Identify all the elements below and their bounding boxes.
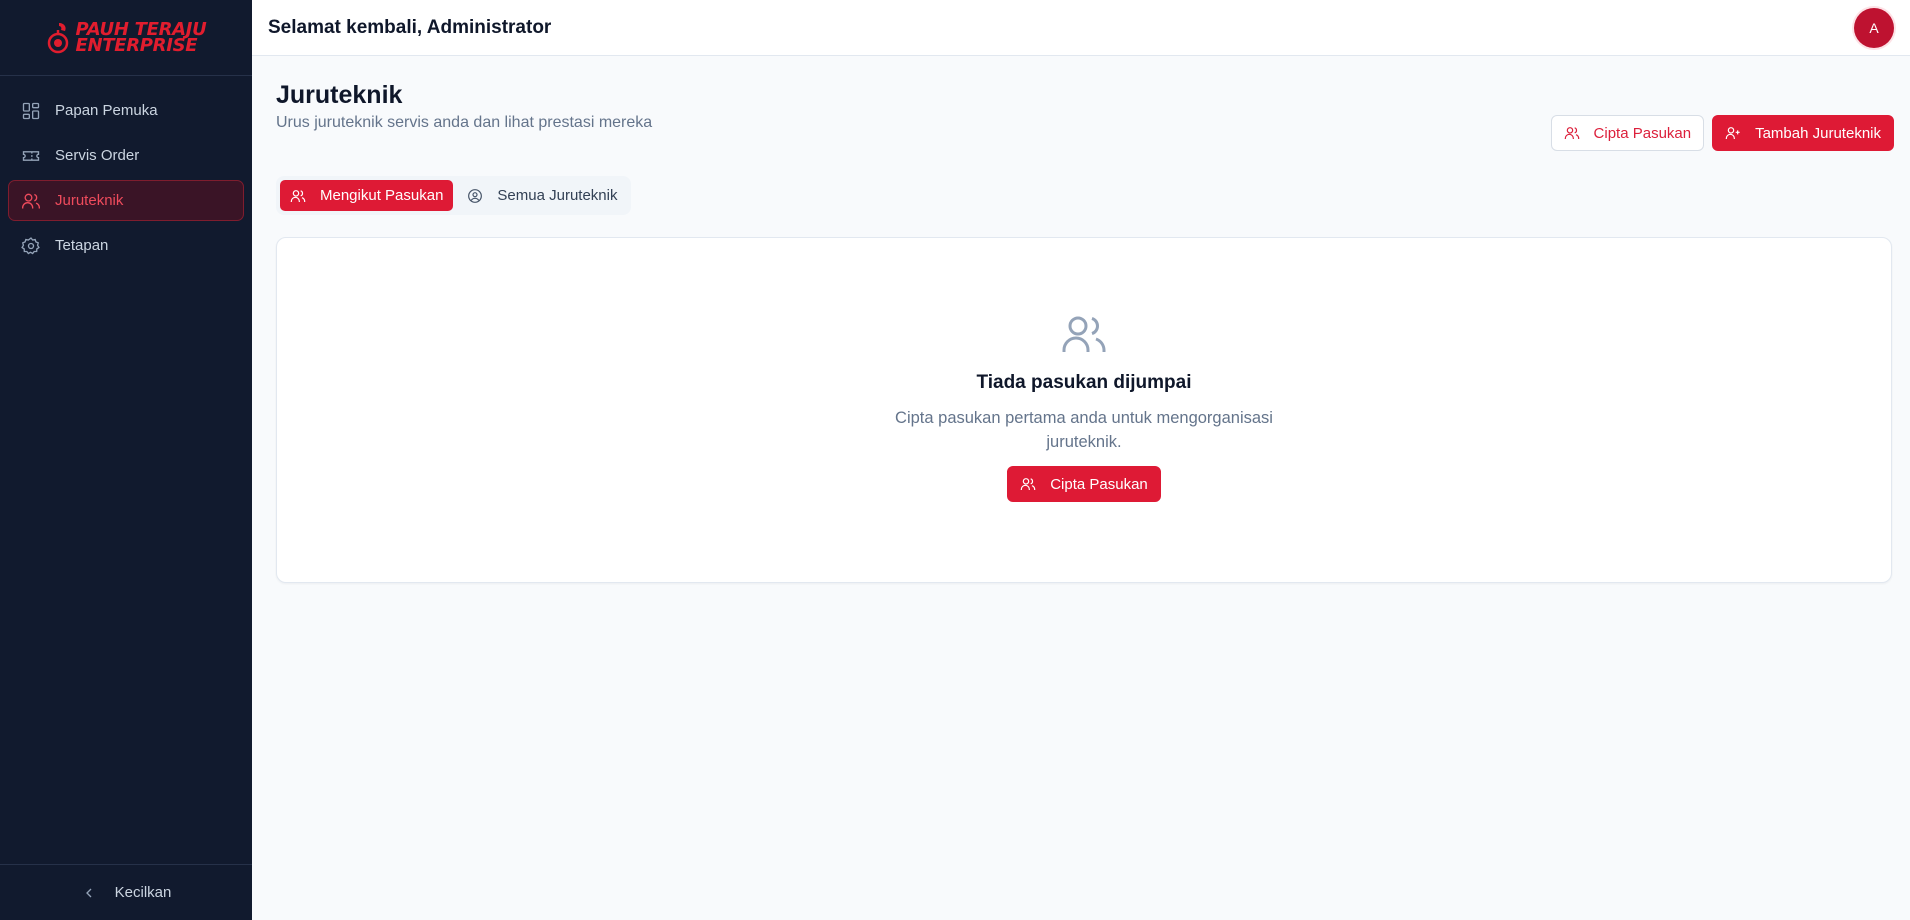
sidebar-item-papan-pemuka[interactable]: Papan Pemuka [8,90,244,131]
page-header: Juruteknik Urus juruteknik servis anda d… [276,56,1894,151]
sidebar-item-label: Tetapan [55,237,109,254]
avatar[interactable]: A [1854,7,1894,48]
page-subtitle: Urus juruteknik servis anda dan lihat pr… [276,114,653,131]
collapse-sidebar-button[interactable]: Kecilkan [0,864,252,920]
empty-state-title: Tiada pasukan dijumpai [976,372,1192,393]
user-circle-icon [468,188,483,203]
sidebar-item-label: Juruteknik [55,192,124,209]
create-team-button[interactable]: Cipta Pasukan [1550,115,1705,151]
tab-all-technicians[interactable]: Semua Juruteknik [457,180,627,211]
add-technician-label: Tambah Juruteknik [1755,124,1881,142]
page-heading: Juruteknik Urus juruteknik servis anda d… [276,81,652,151]
users-icon [1564,127,1579,139]
add-technician-button[interactable]: Tambah Juruteknik [1712,115,1894,151]
empty-state-description: Cipta pasukan pertama anda untuk mengorg… [895,409,1273,451]
greeting-text: Selamat kembali, Administrator [268,16,552,38]
users-icon [22,193,40,208]
brand-name: PAUH TERAJU ENTERPRISE [75,20,207,56]
top-header: Selamat kembali, Administrator A [252,0,1910,56]
empty-create-team-label: Cipta Pasukan [1050,475,1148,493]
logo-area: PAUH TERAJU ENTERPRISE [0,0,252,76]
empty-create-team-button[interactable]: Cipta Pasukan [1007,466,1161,502]
brand-mark-icon [47,22,68,53]
users-icon [290,189,306,202]
empty-state-card: Tiada pasukan dijumpai Cipta pasukan per… [276,237,1892,583]
main-content: Juruteknik Urus juruteknik servis anda d… [276,56,1894,583]
dashboard-grid-icon [22,102,40,119]
chevron-left-icon [85,888,92,897]
users-icon [1062,316,1106,352]
tab-label: Mengikut Pasukan [320,187,444,204]
brand-line-2: ENTERPRISE [75,34,198,56]
sidebar-item-tetapan[interactable]: Tetapan [8,225,244,266]
tab-by-team[interactable]: Mengikut Pasukan [280,180,454,211]
sidebar-item-juruteknik[interactable]: Juruteknik [8,180,244,221]
tab-label: Semua Juruteknik [497,187,618,204]
view-tabs: Mengikut Pasukan Semua Juruteknik [276,176,632,215]
users-icon [1020,478,1036,490]
header-actions: Cipta Pasukan Tambah Juruteknik [1550,115,1894,151]
user-plus-icon [1725,127,1740,139]
sidebar-item-servis-order[interactable]: Servis Order [8,135,244,176]
sidebar-item-label: Servis Order [55,147,140,164]
sidebar-item-label: Papan Pemuka [55,102,158,119]
ticket-icon [22,150,40,161]
sidebar-nav: Papan Pemuka Servis Order Juruteknik Tet… [0,76,252,266]
create-team-label: Cipta Pasukan [1593,124,1692,142]
sidebar: PAUH TERAJU ENTERPRISE Papan Pemuka Serv… [0,0,252,920]
page-title: Juruteknik [276,81,403,109]
gear-icon [21,236,40,254]
brand-logo[interactable]: PAUH TERAJU ENTERPRISE [46,20,207,56]
collapse-label: Kecilkan [114,884,172,901]
